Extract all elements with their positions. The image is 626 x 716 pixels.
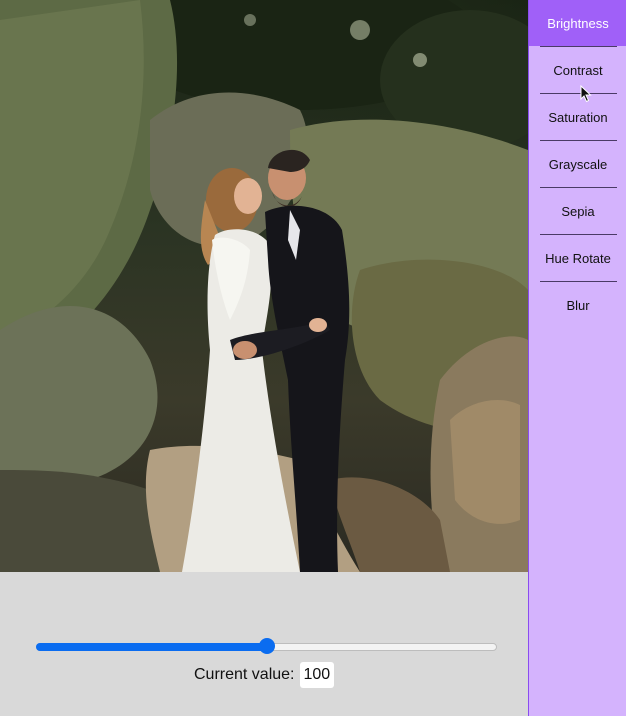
filter-brightness[interactable]: Brightness (529, 0, 626, 46)
preview-image (0, 0, 528, 572)
filter-label: Saturation (548, 109, 608, 125)
slider-thumb[interactable] (258, 638, 275, 654)
filter-blur[interactable]: Blur (529, 282, 626, 328)
mouse-pointer-icon (580, 85, 592, 103)
slider-fill (36, 643, 267, 651)
filter-label: Contrast (553, 62, 603, 78)
filter-sepia[interactable]: Sepia (529, 188, 626, 234)
current-value-display: 100 (299, 662, 335, 688)
filter-hue-rotate[interactable]: Hue Rotate (529, 235, 626, 281)
filter-label: Brightness (547, 15, 609, 31)
filter-menu: Brightness Contrast Saturation Grayscale… (528, 0, 626, 716)
filter-label: Hue Rotate (545, 250, 611, 266)
current-value-row: Current value: 100 (194, 661, 335, 689)
filter-label: Blur (566, 297, 590, 313)
filter-grayscale[interactable]: Grayscale (529, 141, 626, 187)
filter-label: Sepia (561, 203, 595, 219)
current-value-label: Current value: (194, 666, 295, 683)
filter-saturation[interactable]: Saturation (529, 94, 626, 140)
filter-label: Grayscale (548, 156, 608, 172)
photo-illustration (0, 0, 528, 572)
brightness-slider[interactable] (36, 638, 497, 654)
filter-contrast[interactable]: Contrast (529, 47, 626, 93)
